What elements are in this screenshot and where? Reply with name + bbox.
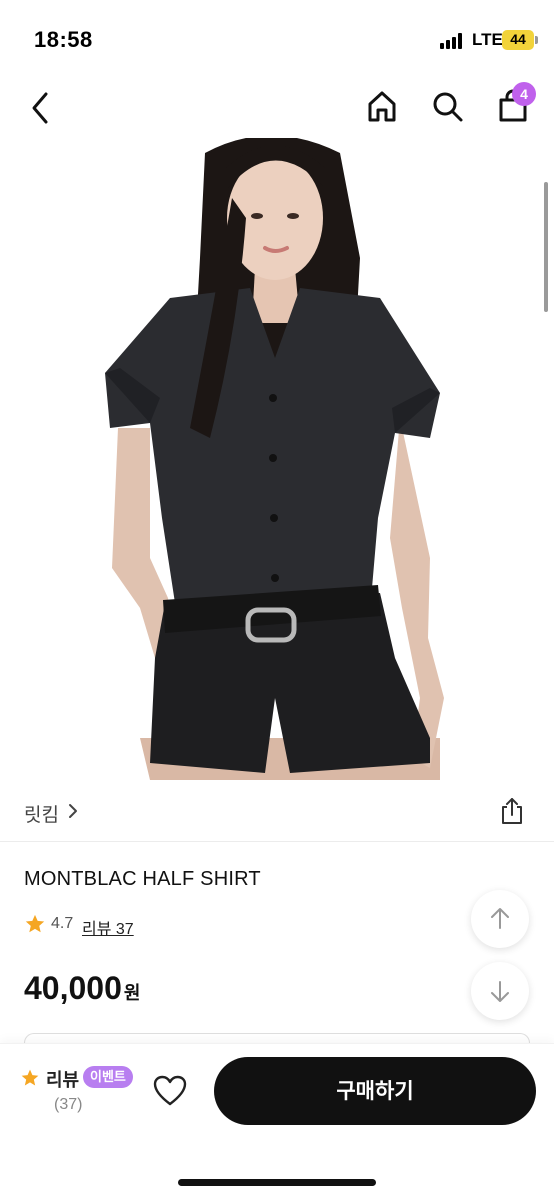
home-button[interactable] <box>362 86 402 126</box>
search-button[interactable] <box>428 86 468 126</box>
arrow-up-icon <box>491 908 509 929</box>
buy-button[interactable]: 구매하기 <box>214 1057 536 1125</box>
battery-tip <box>535 36 538 44</box>
heart-icon <box>153 1075 187 1106</box>
arrow-down-icon <box>491 981 509 1002</box>
home-icon <box>368 91 396 122</box>
home-indicator <box>178 1179 376 1186</box>
scroll-up-button[interactable] <box>471 890 529 948</box>
share-icon <box>502 798 522 824</box>
top-nav <box>0 80 554 138</box>
star-icon <box>25 914 45 933</box>
star-icon <box>21 1069 39 1086</box>
brand-link[interactable]: 릿킴 <box>24 800 59 827</box>
search-icon <box>433 92 463 122</box>
brand-row: 릿킴 <box>0 780 554 842</box>
chevron-right-icon <box>69 804 77 818</box>
network-label: LTE <box>472 30 503 49</box>
wishlist-button[interactable] <box>152 1074 188 1108</box>
review-summary[interactable]: 리뷰 이벤트 (37) <box>20 1066 140 1116</box>
price: 40,000 원 <box>24 970 140 1007</box>
bottom-action-bar: 리뷰 이벤트 (37) 구매하기 <box>0 1043 554 1200</box>
product-title: MONTBLAC HALF SHIRT <box>24 868 261 890</box>
review-link[interactable]: 리뷰 37 <box>82 915 134 939</box>
event-badge: 이벤트 <box>83 1066 133 1088</box>
share-button[interactable] <box>498 796 526 826</box>
signal-icon <box>440 33 466 49</box>
battery-level: 44 <box>510 31 526 47</box>
price-unit: 원 <box>123 983 141 1003</box>
status-time: 18:58 <box>34 27 93 52</box>
chevron-left-icon <box>32 92 48 124</box>
review-label: 리뷰 <box>46 1070 80 1090</box>
cart-count-badge: 4 <box>512 82 536 106</box>
review-count: (37) <box>54 1096 83 1113</box>
rating-value: 4.7 <box>51 915 74 932</box>
battery-icon: 44 <box>502 30 534 50</box>
back-button[interactable] <box>24 88 60 128</box>
product-photo <box>105 138 444 780</box>
scrollbar[interactable] <box>544 182 548 312</box>
scroll-down-button[interactable] <box>471 962 529 1020</box>
price-value: 40,000 <box>24 970 122 1006</box>
product-image[interactable] <box>0 138 554 780</box>
status-bar: 18:58 LTE 44 <box>0 0 554 80</box>
